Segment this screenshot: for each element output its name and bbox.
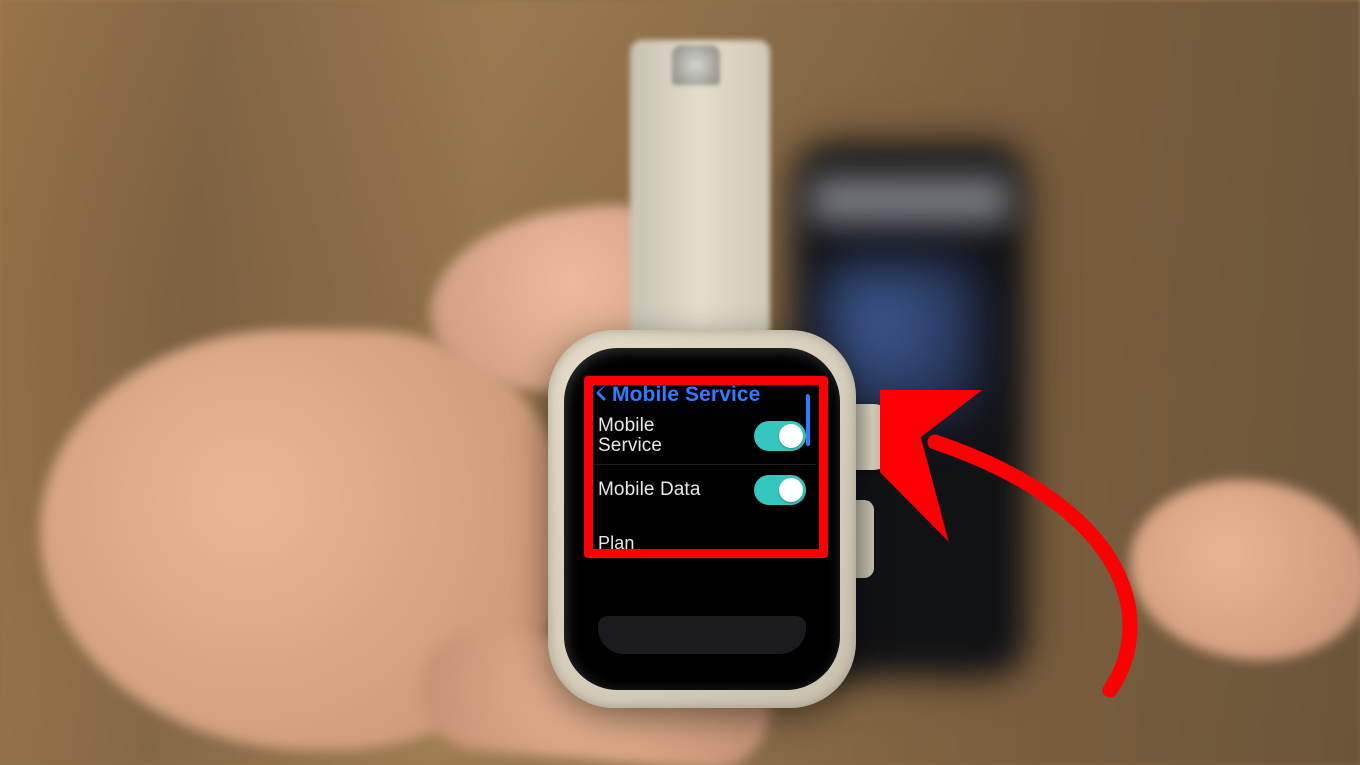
plan-section-label: Plan bbox=[588, 533, 816, 554]
toggle-mobile-service[interactable] bbox=[754, 421, 806, 451]
row-mobile-data[interactable]: Mobile Data bbox=[588, 465, 816, 515]
row-mobile-data-label: Mobile Data bbox=[598, 480, 700, 500]
row-mobile-service-label: Mobile Service bbox=[598, 416, 718, 456]
watch-band-top bbox=[630, 40, 770, 340]
watch-screen[interactable]: Mobile Service Mobile Service Mobile Dat… bbox=[588, 380, 816, 660]
iphone-title-blurred bbox=[810, 175, 1010, 225]
scroll-indicator bbox=[806, 394, 810, 446]
screen-title: Mobile Service bbox=[612, 383, 808, 407]
screen-header: Mobile Service bbox=[588, 380, 816, 408]
row-mobile-service[interactable]: Mobile Service bbox=[588, 408, 816, 465]
plan-row-partial[interactable] bbox=[598, 616, 806, 654]
digital-crown[interactable] bbox=[852, 404, 892, 470]
toggle-mobile-data[interactable] bbox=[754, 475, 806, 505]
watch-band-pin bbox=[672, 45, 720, 85]
